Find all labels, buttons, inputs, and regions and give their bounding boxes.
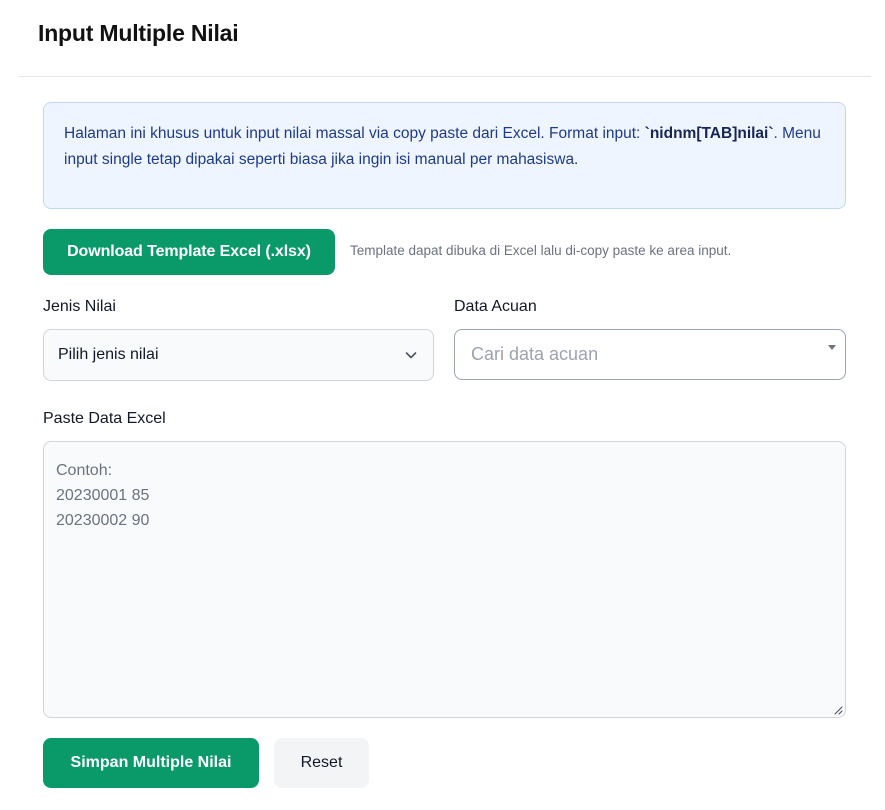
download-hint: Template dapat dibuka di Excel lalu di-c…	[350, 243, 732, 258]
save-multiple-button[interactable]: Simpan Multiple Nilai	[43, 738, 259, 788]
page-title: Input Multiple Nilai	[38, 20, 239, 46]
info-box: Halaman ini khusus untuk input nilai mas…	[43, 102, 846, 209]
info-format-code: `nidnm[TAB]nilai`	[644, 125, 774, 142]
reset-button[interactable]: Reset	[274, 738, 369, 788]
paste-data-wrapper	[43, 441, 846, 718]
caret-down-icon	[828, 345, 836, 350]
jenis-nilai-selected: Pilih jenis nilai	[58, 346, 159, 363]
data-acuan-search-select[interactable]	[454, 329, 846, 380]
info-text-before: Halaman ini khusus untuk input nilai mas…	[64, 125, 645, 142]
chevron-down-icon	[405, 352, 417, 359]
download-template-button[interactable]: Download Template Excel (.xlsx)	[43, 229, 335, 275]
header-divider	[18, 76, 871, 77]
data-acuan-search-input[interactable]	[471, 344, 829, 365]
resize-grip-icon[interactable]	[833, 705, 843, 715]
jenis-nilai-select[interactable]: Pilih jenis nilai	[43, 329, 434, 381]
data-acuan-label: Data Acuan	[454, 298, 537, 315]
paste-data-textarea[interactable]	[44, 442, 845, 717]
paste-data-label: Paste Data Excel	[43, 410, 166, 427]
jenis-nilai-label: Jenis Nilai	[43, 298, 116, 315]
